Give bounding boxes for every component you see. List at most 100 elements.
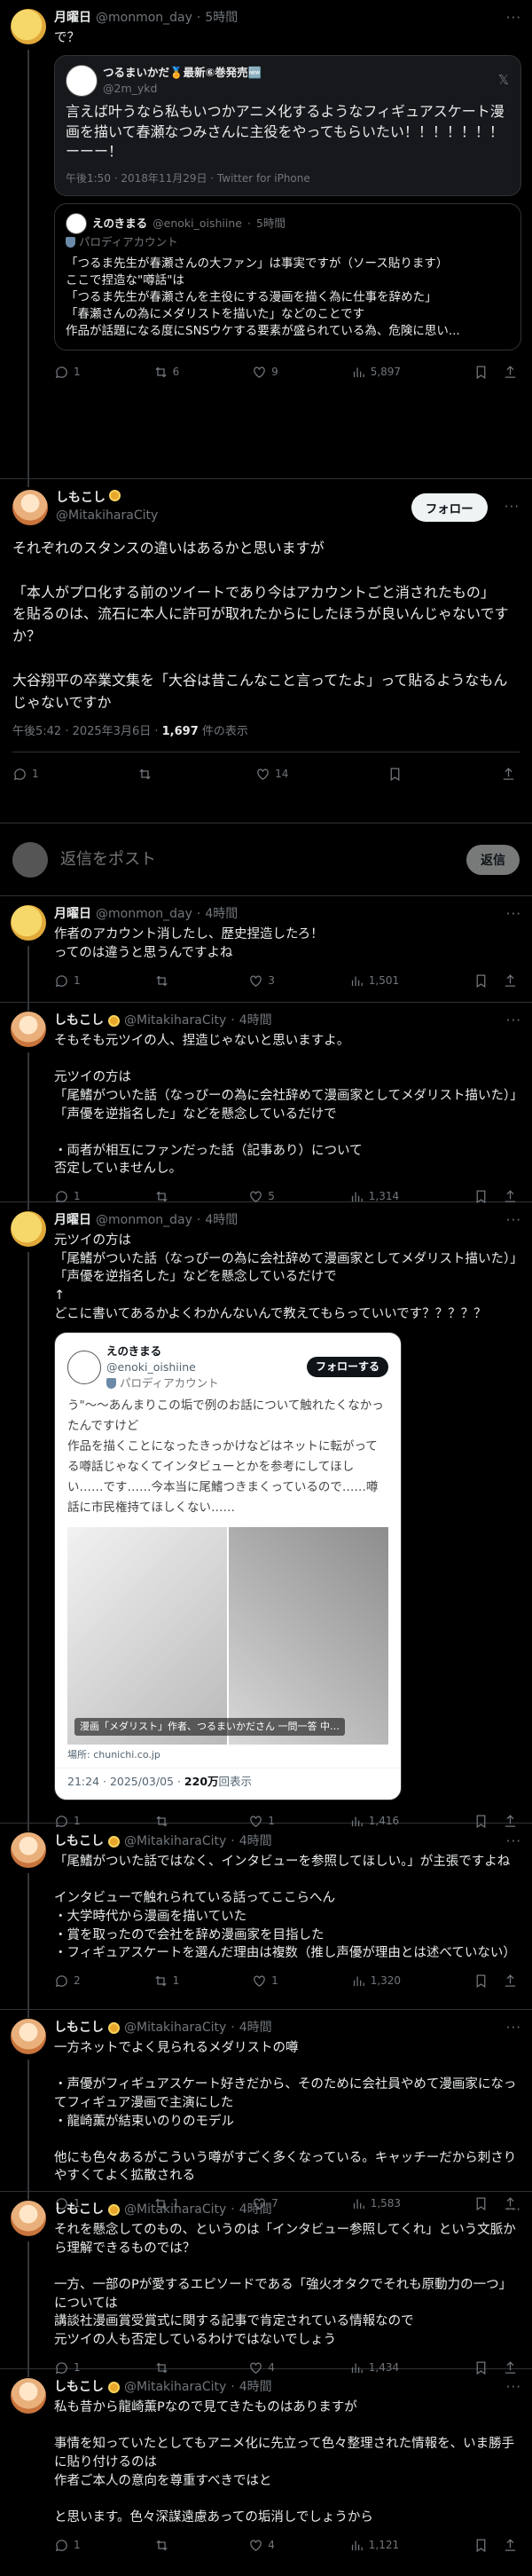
author-handle[interactable]: @MitakiharaCity	[56, 508, 158, 525]
author-handle[interactable]: @monmon_day	[96, 906, 192, 924]
author-handle[interactable]: @MitakiharaCity	[124, 1012, 226, 1030]
timestamp[interactable]: 5時間	[205, 10, 238, 28]
timestamp[interactable]: 4時間	[239, 1012, 272, 1030]
author-name[interactable]: しもこし	[56, 491, 106, 505]
tweet-text: 一方ネットでよく見られるメダリストの噂 ・声優がフィギュアスケート好きだから、そ…	[54, 2041, 517, 2184]
author-name[interactable]: しもこし	[54, 2379, 104, 2397]
avatar[interactable]	[11, 905, 46, 941]
like-button[interactable]: 1	[252, 1973, 278, 1989]
like-button[interactable]: 14	[255, 767, 288, 782]
avatar[interactable]	[11, 1012, 46, 1047]
separator: ·	[196, 1212, 201, 1227]
embedded-tweet[interactable]: えのきまる @enoki_oishiine パロディアカウント フォローする う…	[54, 1332, 402, 1801]
bookmark-button[interactable]	[473, 1973, 489, 1989]
reply-tweet[interactable]: しもこし @MitakiharaCity · 4時間 ··· それを懸念してのもの、とい…	[0, 2192, 532, 2377]
reply-button[interactable]: 2	[54, 1973, 81, 1989]
reply-submit-button[interactable]: 返信	[466, 844, 520, 875]
retweet-icon	[156, 975, 168, 987]
more-icon[interactable]: ···	[506, 1012, 521, 1030]
reply-tweet[interactable]: しもこし @MitakiharaCity · 4時間 ··· 私も昔から龍崎薫Pなので見…	[0, 2369, 532, 2556]
more-icon[interactable]: ···	[505, 498, 520, 516]
share-button[interactable]	[503, 973, 518, 989]
bookmark-icon	[476, 1974, 486, 1989]
more-icon[interactable]: ···	[506, 2201, 521, 2219]
avatar[interactable]	[11, 2019, 46, 2054]
views-button[interactable]: 1,121	[349, 2538, 399, 2553]
reply-button[interactable]: 1	[54, 2538, 81, 2553]
views-button[interactable]: 1,320	[351, 1973, 401, 1989]
bookmark-button[interactable]	[473, 365, 489, 380]
reply-tweet[interactable]: 月曜日 @monmon_day · 4時間 ··· 作者のアカウント消したし、歴史捏造し…	[0, 896, 532, 1011]
bookmark-button[interactable]	[473, 973, 489, 989]
retweet-button[interactable]: 1	[153, 1973, 179, 1989]
parody-label: パロディアカウント	[79, 235, 178, 249]
bookmark-button[interactable]	[473, 2538, 489, 2553]
author-handle[interactable]: @monmon_day	[96, 10, 192, 28]
more-icon[interactable]: ···	[506, 2378, 521, 2397]
author-name[interactable]: しもこし	[54, 2020, 104, 2037]
author-handle[interactable]: @MitakiharaCity	[124, 2202, 226, 2219]
quoted-tweet[interactable]: つるまいかだ🏅最新⑥巻発売🆕 @2m_ykd 𝕏 言えば叶うなら私もいつかアニメ…	[54, 54, 521, 197]
manga-panel	[67, 1527, 229, 1745]
thread-line	[27, 50, 29, 487]
embedded-follow-button[interactable]: フォローする	[306, 1357, 388, 1378]
author-name[interactable]: 月曜日	[54, 10, 91, 28]
reply-tweet[interactable]: しもこし @MitakiharaCity · 4時間 ··· そもそも元ツイの人、捏造じ…	[0, 1003, 532, 1210]
avatar[interactable]	[11, 1211, 46, 1247]
follow-button[interactable]: フォロー	[411, 493, 488, 522]
tweet-text: それを懸念してのもの、というのは「インタビュー参照してくれ」という文脈から理解で…	[54, 2223, 516, 2347]
author-name[interactable]: しもこし	[54, 2202, 104, 2219]
reply-tweet[interactable]: 月曜日 @monmon_day · 4時間 ··· 元ツイの方は 「尾鰭がついた話（なっ…	[0, 1202, 532, 1832]
share-button[interactable]	[501, 767, 516, 782]
timestamp[interactable]: 4時間	[239, 2202, 272, 2219]
parent-tweet[interactable]: 月曜日 @monmon_day · 5時間 ··· で？ つるまいかだ🏅最新⑥巻…	[0, 0, 532, 487]
avatar[interactable]	[11, 1832, 46, 1868]
author-handle[interactable]: @monmon_day	[96, 1212, 192, 1230]
reply-button[interactable]: 1	[12, 767, 39, 782]
more-icon[interactable]: ···	[506, 1832, 521, 1851]
author-name[interactable]: 月曜日	[54, 1212, 91, 1230]
like-button[interactable]: 4	[248, 2538, 275, 2553]
share-button[interactable]	[503, 1973, 518, 1989]
reply-tweet[interactable]: しもこし @MitakiharaCity · 4時間 ··· 「尾鰭がついた話ではなく、…	[0, 1824, 532, 2018]
avatar[interactable]	[11, 9, 46, 44]
avatar[interactable]	[11, 2201, 46, 2236]
like-button[interactable]: 3	[248, 973, 275, 989]
more-icon[interactable]: ···	[506, 2019, 521, 2037]
author-name[interactable]: 月曜日	[54, 906, 91, 924]
quoted-tweet-2[interactable]: えのきまる @enoki_oishiine · 5時間 パロディアカウント 「つ…	[54, 203, 521, 351]
avatar[interactable]	[12, 490, 48, 525]
author-name[interactable]: しもこし	[54, 1833, 104, 1851]
avatar[interactable]	[11, 2378, 46, 2414]
more-icon[interactable]: ···	[506, 9, 521, 28]
timestamp[interactable]: 4時間	[239, 2020, 272, 2037]
bookmark-button[interactable]	[387, 767, 403, 782]
author-name[interactable]: しもこし	[54, 1012, 104, 1030]
reply-button[interactable]: 1	[54, 973, 81, 989]
author-handle[interactable]: @MitakiharaCity	[124, 2020, 226, 2037]
retweet-button[interactable]	[154, 2538, 174, 2553]
reply-button[interactable]: 1	[54, 365, 81, 380]
retweet-button[interactable]: 6	[153, 365, 179, 380]
more-icon[interactable]: ···	[506, 905, 521, 924]
post-time[interactable]: 午後5:42 · 2025年3月6日 ·	[12, 725, 162, 738]
timestamp[interactable]: 4時間	[205, 1212, 238, 1230]
retweet-button[interactable]	[154, 973, 174, 989]
author-handle[interactable]: @MitakiharaCity	[124, 1833, 226, 1851]
views-button[interactable]: 1,501	[349, 973, 399, 989]
reply-input[interactable]	[59, 849, 456, 870]
reply-tweet[interactable]: しもこし @MitakiharaCity · 4時間 ··· 一方ネットでよく見られるメ…	[0, 2010, 532, 2211]
share-button[interactable]	[503, 2538, 518, 2553]
more-icon[interactable]: ···	[506, 1211, 521, 1230]
author-handle[interactable]: @MitakiharaCity	[124, 2379, 226, 2397]
timestamp[interactable]: 4時間	[239, 2379, 272, 2397]
action-bar: 1 4 1,121	[54, 2530, 521, 2560]
timestamp[interactable]: 4時間	[239, 1833, 272, 1851]
views-button[interactable]: 5,897	[351, 365, 401, 380]
share-button[interactable]	[503, 365, 518, 380]
retweet-button[interactable]	[137, 767, 157, 782]
embedded-link-image[interactable]: 漫画「メダリスト」作者、つるまいかださん 一問一答 中…	[67, 1527, 388, 1745]
like-button[interactable]: 9	[252, 365, 278, 380]
heart-icon	[257, 768, 269, 781]
timestamp[interactable]: 4時間	[205, 906, 238, 924]
